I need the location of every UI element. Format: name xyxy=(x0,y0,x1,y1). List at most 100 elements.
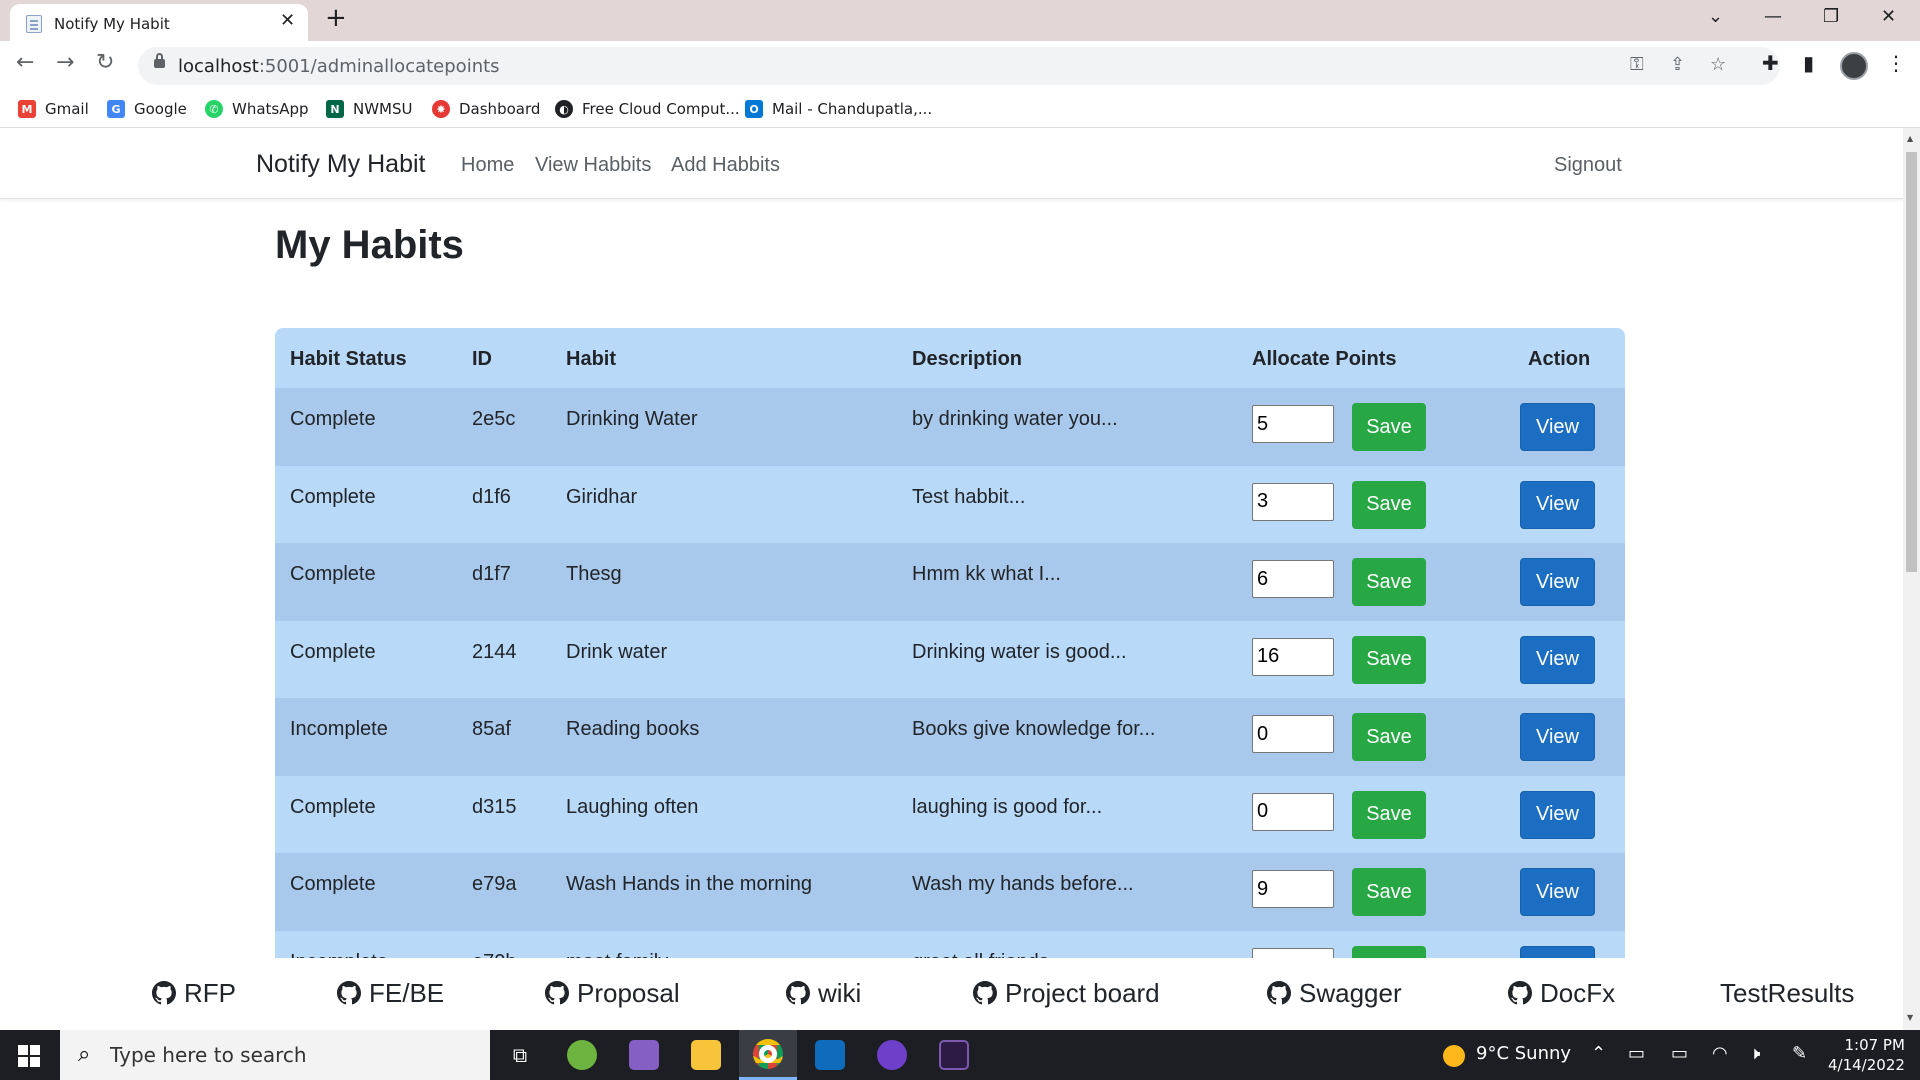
weather-sun-icon[interactable] xyxy=(1443,1045,1465,1067)
taskbar-search[interactable]: ⌕ Type here to search xyxy=(60,1030,490,1080)
nav-home[interactable]: Home xyxy=(461,154,514,177)
bookmark-gmail[interactable]: M Gmail xyxy=(18,97,89,121)
pen-icon[interactable]: ✎ xyxy=(1792,1043,1807,1064)
maximize-icon[interactable]: ❐ xyxy=(1823,6,1839,27)
tab-search-icon[interactable]: ⌄ xyxy=(1708,6,1723,27)
chrome-icon[interactable] xyxy=(739,1030,797,1080)
browser-toolbar: ← → ↻ localhost:5001/adminallocatepoints… xyxy=(0,41,1920,91)
tab-close-icon[interactable]: ✕ xyxy=(280,10,295,31)
table-row: Incomplete 85af Reading books Books give… xyxy=(275,698,1625,776)
points-input[interactable] xyxy=(1252,792,1334,831)
scroll-up-icon[interactable]: ▲ xyxy=(1907,134,1913,143)
visual-studio-icon[interactable] xyxy=(615,1030,673,1080)
view-button[interactable]: View xyxy=(1520,868,1595,916)
reload-icon[interactable]: ↻ xyxy=(96,50,114,75)
bookmark-google[interactable]: G Google xyxy=(107,97,187,121)
url-text[interactable]: localhost:5001/adminallocatepoints xyxy=(178,56,500,77)
bookmark-whatsapp[interactable]: ✆ WhatsApp xyxy=(205,97,309,121)
habit-name: Laughing often xyxy=(566,795,699,818)
footer-link-label: DocFx xyxy=(1540,977,1616,1008)
nwmsu-icon: N xyxy=(326,100,344,118)
volume-icon[interactable]: 🕨 xyxy=(1749,1043,1760,1064)
points-input[interactable] xyxy=(1252,482,1334,521)
share-icon[interactable]: ⇪ xyxy=(1670,54,1685,75)
lock-icon[interactable] xyxy=(154,53,165,68)
view-button[interactable]: View xyxy=(1520,403,1595,451)
save-button[interactable]: Save xyxy=(1352,635,1426,684)
weather-text[interactable]: 9°C Sunny xyxy=(1476,1043,1571,1064)
footer-link-swagger[interactable]: Swagger xyxy=(1267,976,1402,1010)
battery-icon[interactable]: ▭ xyxy=(1628,1043,1645,1064)
points-input[interactable] xyxy=(1252,560,1334,598)
file-explorer-icon[interactable] xyxy=(677,1030,735,1080)
save-button[interactable]: Save xyxy=(1352,480,1426,529)
password-key-icon[interactable]: ⚿ xyxy=(1630,54,1644,75)
points-input[interactable] xyxy=(1252,715,1334,753)
bookmark-star-icon[interactable]: ☆ xyxy=(1710,54,1726,75)
bookmark-label: Gmail xyxy=(45,100,89,118)
taskbar-clock[interactable]: 1:07 PM 4/14/2022 xyxy=(1828,1035,1905,1075)
github-desktop-icon[interactable] xyxy=(863,1030,921,1080)
new-tab-button[interactable]: + xyxy=(325,3,347,33)
tray-chevron-icon[interactable]: ⌃ xyxy=(1591,1043,1606,1064)
save-button[interactable]: Save xyxy=(1352,403,1426,451)
brand-link[interactable]: Notify My Habit xyxy=(256,150,425,179)
footer-link-wiki[interactable]: wiki xyxy=(786,976,861,1010)
view-button[interactable]: View xyxy=(1520,713,1595,761)
save-button[interactable]: Save xyxy=(1352,713,1426,761)
view-button[interactable]: View xyxy=(1520,558,1595,606)
bookmark-dashboard[interactable]: ✸ Dashboard xyxy=(432,97,540,121)
scrollbar-thumb[interactable] xyxy=(1906,152,1917,572)
battery-status-icon[interactable]: ▭ xyxy=(1671,1043,1688,1064)
footer-link-test-results[interactable]: TestResults xyxy=(1720,976,1854,1010)
points-input[interactable] xyxy=(1252,870,1334,908)
dashboard-icon: ✸ xyxy=(432,100,450,118)
github-icon xyxy=(152,981,176,1005)
save-button[interactable]: Save xyxy=(1352,558,1426,606)
terminal-icon[interactable] xyxy=(925,1030,983,1080)
outlook-icon: O xyxy=(745,100,763,118)
bookmark-label: Mail - Chandupatla,... xyxy=(772,100,933,118)
bookmark-nwmsu[interactable]: N NWMSU xyxy=(326,97,413,121)
view-button[interactable]: View xyxy=(1520,635,1595,684)
save-button[interactable]: Save xyxy=(1352,868,1426,916)
chrome-menu-icon[interactable]: ⋮ xyxy=(1886,51,1906,75)
outlook-icon[interactable] xyxy=(801,1030,859,1080)
footer-link-rfp[interactable]: RFP xyxy=(152,976,236,1010)
back-icon[interactable]: ← xyxy=(16,50,34,75)
points-input[interactable] xyxy=(1252,405,1334,443)
view-button[interactable]: View xyxy=(1520,790,1595,839)
habit-description: Hmm kk what I... xyxy=(912,563,1061,585)
github-icon xyxy=(1508,981,1532,1005)
page-viewport: Notify My Habit Home View Habbits Add Ha… xyxy=(0,128,1920,1030)
bookmark-free-cloud[interactable]: ◐ Free Cloud Comput... xyxy=(555,97,740,121)
save-button[interactable]: Save xyxy=(1352,790,1426,839)
wifi-icon[interactable]: ◠ xyxy=(1712,1043,1728,1064)
task-view-icon[interactable]: ⧉ xyxy=(491,1030,549,1080)
browser-tab[interactable]: Notify My Habit ✕ xyxy=(10,4,308,41)
spring-tools-icon[interactable] xyxy=(553,1030,611,1080)
points-input[interactable] xyxy=(1252,637,1334,676)
table-row: Complete d1f7 Thesg Hmm kk what I... Sav… xyxy=(275,543,1625,621)
address-bar[interactable]: localhost:5001/adminallocatepoints ⚿ ⇪ ☆ xyxy=(138,47,1780,85)
footer-link-docfx[interactable]: DocFx xyxy=(1508,976,1615,1010)
minimize-icon[interactable]: — xyxy=(1764,6,1782,27)
profile-avatar[interactable] xyxy=(1840,52,1868,80)
header-habit-status: Habit Status xyxy=(290,348,407,370)
windows-start-icon[interactable] xyxy=(18,1045,40,1067)
page-scrollbar[interactable]: ▲ ▼ xyxy=(1903,128,1920,1030)
side-panel-icon[interactable]: ▮ xyxy=(1803,51,1814,75)
footer-link-project-board[interactable]: Project board xyxy=(973,976,1160,1010)
nav-view-habbits[interactable]: View Habbits xyxy=(535,154,651,177)
view-button[interactable]: View xyxy=(1520,480,1595,529)
nav-add-habbits[interactable]: Add Habbits xyxy=(671,154,780,177)
bookmark-mail[interactable]: O Mail - Chandupatla,... xyxy=(745,97,932,121)
window-close-icon[interactable]: ✕ xyxy=(1881,6,1896,27)
scroll-down-icon[interactable]: ▼ xyxy=(1907,1013,1913,1022)
footer-link-proposal[interactable]: Proposal xyxy=(545,976,680,1010)
tab-title: Notify My Habit xyxy=(54,15,170,33)
signout-link[interactable]: Signout xyxy=(1554,154,1622,177)
footer-link-fe-be[interactable]: FE/BE xyxy=(337,976,444,1010)
extensions-icon[interactable]: ✚ xyxy=(1762,51,1779,75)
forward-icon[interactable]: → xyxy=(56,50,74,75)
